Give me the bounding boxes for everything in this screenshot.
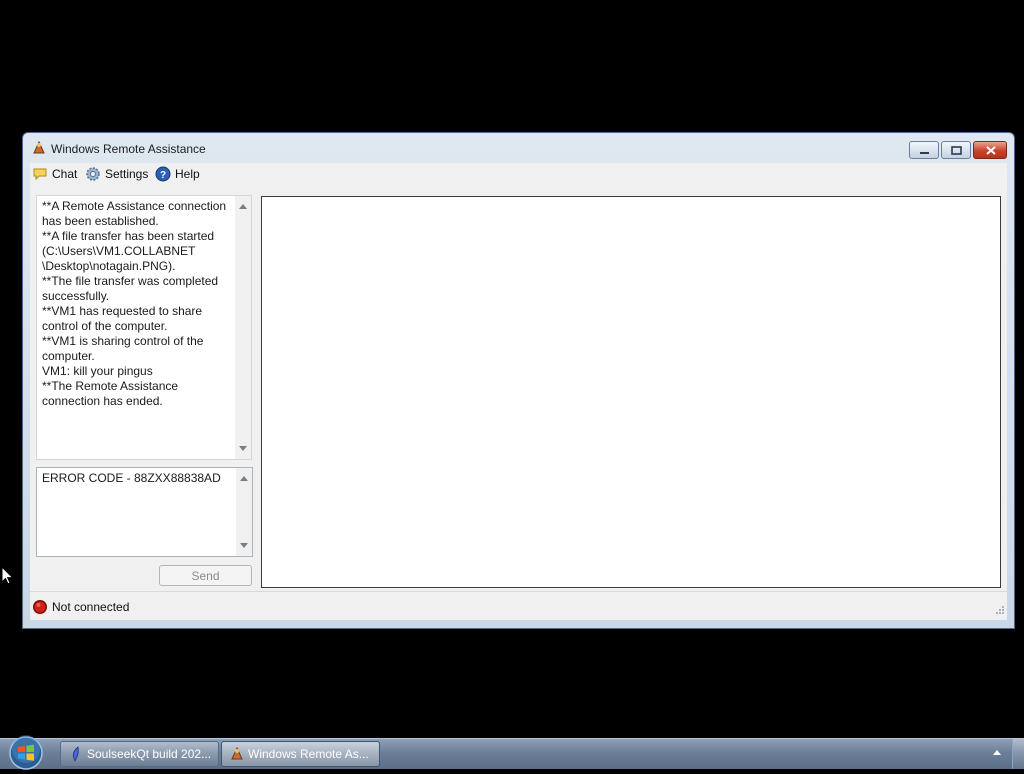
chat-log[interactable]: **A Remote Assistance connection has bee… (36, 195, 252, 460)
soulseek-icon (72, 746, 79, 762)
chat-icon (33, 168, 47, 181)
chat-log-scrollbar[interactable] (235, 196, 251, 459)
menu-help[interactable]: ? Help (155, 165, 200, 183)
gear-icon (86, 167, 100, 181)
chat-line: **The Remote Assistance connection has e… (42, 379, 179, 408)
status-bar: Not connected (30, 591, 1007, 620)
status-disconnected-icon (32, 599, 48, 618)
help-icon: ? (155, 166, 171, 182)
message-input-container (36, 467, 253, 557)
message-input-scrollbar[interactable] (236, 468, 252, 556)
show-hidden-icons-icon[interactable] (993, 750, 1001, 755)
chat-line: **A Remote Assistance connection has bee… (42, 199, 227, 228)
chat-line: **The file transfer was completed succes… (42, 274, 219, 303)
remote-assistance-icon (231, 747, 243, 760)
chat-line: **VM1 is sharing control of the computer… (42, 334, 204, 363)
scroll-up-icon[interactable] (239, 204, 247, 209)
chat-log-lines: **A Remote Assistance connection has bee… (42, 199, 232, 409)
windows-logo-icon (9, 735, 43, 770)
show-desktop-button[interactable] (1012, 739, 1024, 769)
taskbar-item-label: SoulseekQt build 202... (87, 747, 212, 761)
taskbar-item-soulseek[interactable]: SoulseekQt build 202... (60, 741, 219, 767)
mouse-cursor-icon (1, 565, 15, 589)
scroll-down-icon[interactable] (240, 543, 248, 548)
menu-chat[interactable]: Chat (32, 165, 77, 183)
taskbar-item-remote-assistance[interactable]: Windows Remote As... (221, 741, 380, 767)
window-title: Windows Remote Assistance (51, 142, 206, 156)
chat-line: **A file transfer has been started (C:\U… (42, 229, 215, 273)
menu-settings-label: Settings (105, 167, 149, 181)
menu-chat-label: Chat (52, 167, 78, 181)
message-input[interactable] (37, 468, 236, 556)
chat-line: VM1: kill your pingus (42, 364, 153, 378)
remote-assistance-icon (32, 140, 46, 155)
svg-text:?: ? (160, 170, 166, 181)
menu-help-label: Help (175, 167, 200, 181)
window-client-area: Chat Settings ? Help **A Remote Assistan… (30, 163, 1007, 620)
minimize-button[interactable] (909, 141, 939, 159)
taskbar: SoulseekQt build 202... Windows Remote A… (0, 735, 1024, 770)
resize-grip-icon[interactable] (993, 603, 1005, 618)
maximize-button[interactable] (941, 141, 971, 159)
send-button[interactable]: Send (159, 565, 252, 586)
start-button[interactable] (6, 735, 46, 774)
close-button[interactable] (973, 141, 1007, 159)
menu-settings[interactable]: Settings (85, 165, 148, 183)
menu-bar: Chat Settings ? Help (30, 163, 1007, 185)
title-bar[interactable]: Windows Remote Assistance (23, 133, 1014, 163)
remote-assistance-window: Windows Remote Assistance Chat Settings … (22, 132, 1015, 629)
scroll-up-icon[interactable] (240, 476, 248, 481)
remote-desktop-view[interactable] (261, 196, 1001, 588)
scroll-down-icon[interactable] (239, 446, 247, 451)
connection-status: Not connected (52, 600, 130, 614)
chat-line: **VM1 has requested to share control of … (42, 304, 203, 333)
taskbar-item-label: Windows Remote As... (248, 747, 369, 761)
